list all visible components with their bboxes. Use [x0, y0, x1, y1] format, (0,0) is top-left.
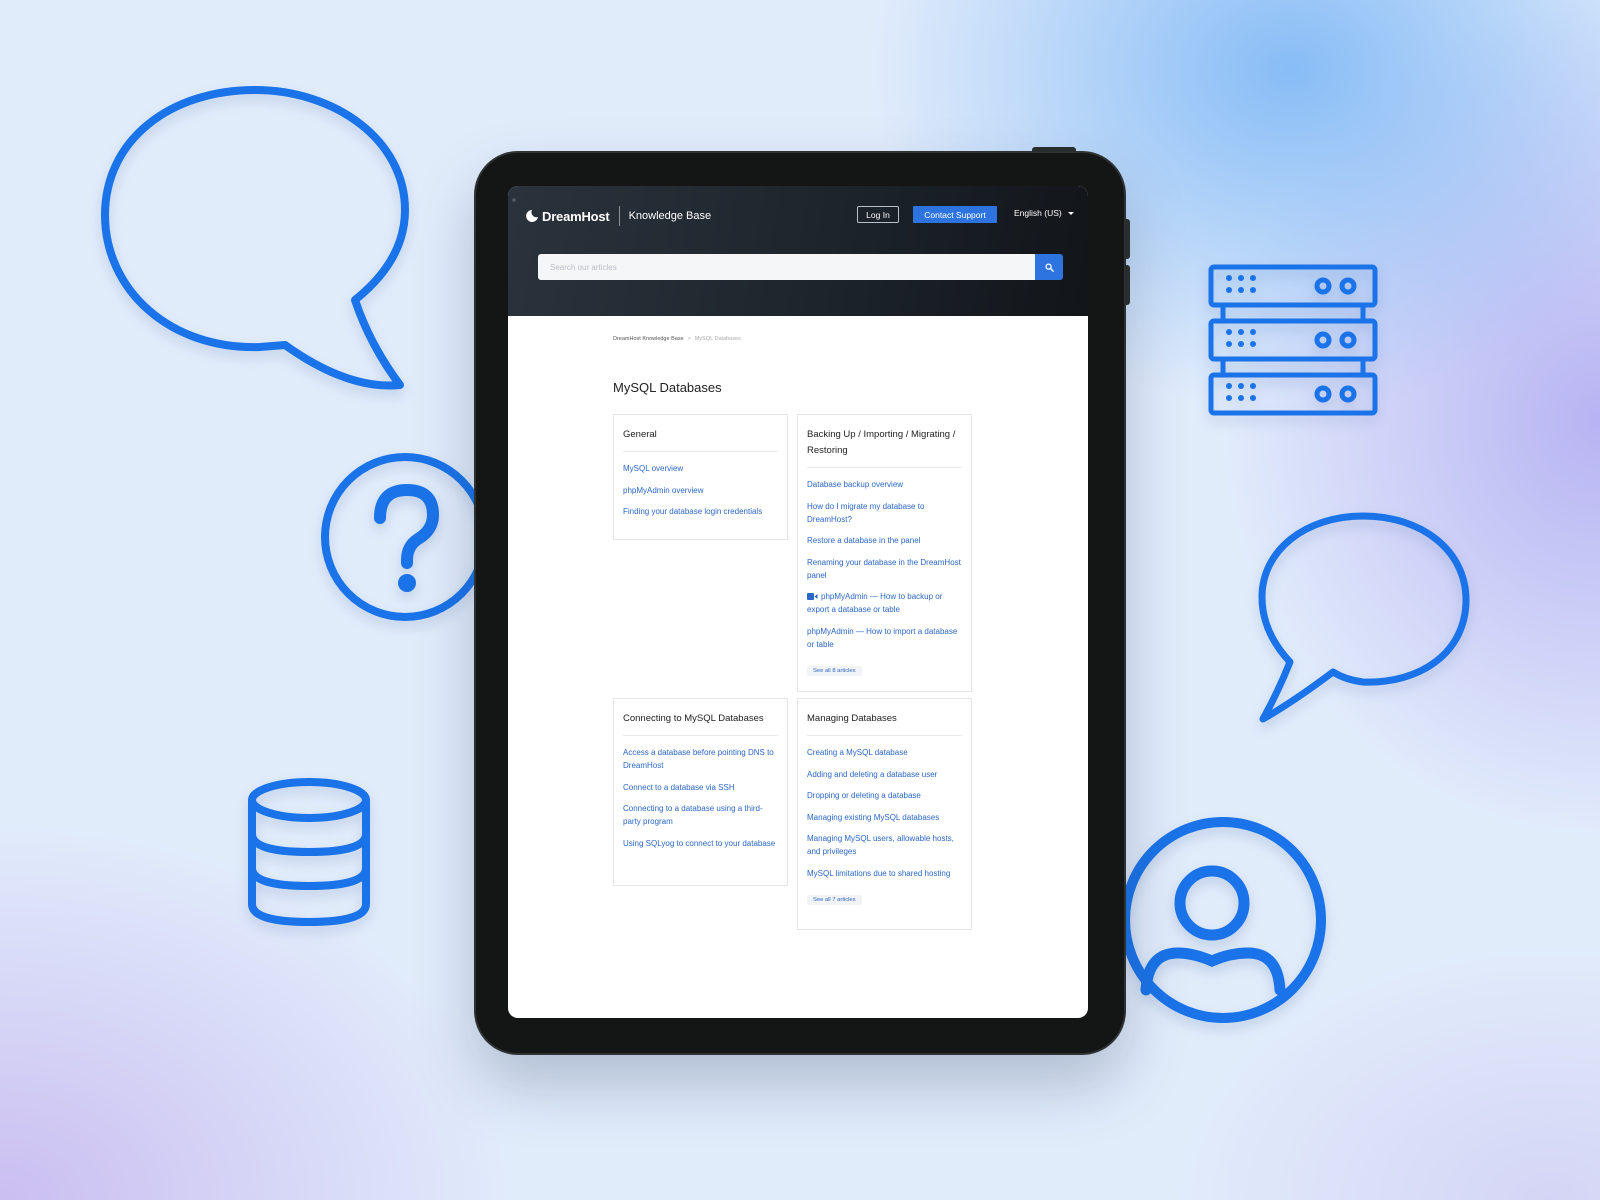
section-card-connecting: Connecting to MySQL Databases Access a d… [613, 698, 788, 886]
see-all-articles-button[interactable]: See all 7 articles [807, 895, 862, 905]
page-title: MySQL Databases [613, 380, 722, 395]
volume-up-button [1125, 219, 1130, 259]
article-link[interactable]: Managing MySQL users, allowable hosts, a… [807, 832, 962, 858]
article-link[interactable]: Using SQLyog to connect to your database [623, 837, 778, 850]
article-link[interactable]: Access a database before pointing DNS to… [623, 746, 778, 772]
article-link-video[interactable]: phpMyAdmin — How to backup or export a d… [807, 590, 962, 616]
brand-name: DreamHost [542, 208, 610, 224]
article-link[interactable]: MySQL overview [623, 462, 778, 475]
article-link[interactable]: Creating a MySQL database [807, 746, 962, 759]
section-title: Connecting to MySQL Databases [623, 711, 778, 736]
article-link[interactable]: phpMyAdmin overview [623, 484, 778, 497]
article-link[interactable]: Finding your database login credentials [623, 505, 778, 518]
section-name: Knowledge Base [628, 210, 712, 222]
question-icon [318, 450, 493, 625]
breadcrumb-root[interactable]: DreamHost Knowledge Base [613, 336, 684, 342]
main-content: DreamHost Knowledge Base > MySQL Databas… [613, 336, 973, 930]
login-button[interactable]: Log In [857, 206, 899, 223]
video-icon [807, 593, 818, 600]
search-bar: Search our articles [538, 254, 1063, 280]
article-link[interactable]: How do I migrate my database to DreamHos… [807, 500, 962, 526]
database-icon [246, 778, 372, 927]
power-button [1032, 147, 1076, 152]
site-header: DreamHost Knowledge Base Log In Contact … [508, 186, 1088, 316]
article-link[interactable]: Dropping or deleting a database [807, 789, 962, 802]
search-input[interactable]: Search our articles [538, 254, 1035, 280]
contact-support-button[interactable]: Contact Support [913, 206, 997, 223]
breadcrumb-separator: > [687, 336, 691, 342]
section-card-managing: Managing Databases Creating a MySQL data… [797, 698, 972, 930]
screen: DreamHost Knowledge Base Log In Contact … [508, 186, 1088, 1018]
chevron-down-icon [1067, 211, 1074, 215]
language-label: English (US) [1014, 208, 1062, 218]
article-link[interactable]: phpMyAdmin — How to import a database or… [807, 625, 962, 651]
volume-down-button [1125, 265, 1130, 305]
article-link[interactable]: MySQL limitations due to shared hosting [807, 867, 962, 880]
article-link[interactable]: Managing existing MySQL databases [807, 811, 962, 824]
article-link[interactable]: Connect to a database via SSH [623, 781, 778, 794]
tablet-device: DreamHost Knowledge Base Log In Contact … [474, 147, 1130, 1055]
language-selector[interactable]: English (US) [1014, 208, 1074, 218]
breadcrumb-current: MySQL Databases [694, 336, 741, 342]
camera [512, 198, 516, 202]
article-link[interactable]: Adding and deleting a database user [807, 768, 962, 781]
section-title: Backing Up / Importing / Migrating / Res… [807, 427, 962, 468]
article-label: phpMyAdmin — How to backup or export a d… [807, 592, 943, 614]
server-rack-icon [1208, 264, 1378, 419]
speech-bubble-icon [1258, 512, 1470, 723]
user-icon [1118, 815, 1328, 1025]
logo[interactable]: DreamHost Knowledge Base [526, 206, 711, 226]
see-all-articles-button[interactable]: See all 8 articles [807, 666, 862, 676]
article-link[interactable]: Restore a database in the panel [807, 534, 962, 547]
logo-divider [618, 206, 620, 226]
section-title: Managing Databases [807, 711, 962, 736]
breadcrumb: DreamHost Knowledge Base > MySQL Databas… [613, 336, 973, 342]
dreamhost-moon-icon [526, 210, 538, 222]
article-link[interactable]: Renaming your database in the DreamHost … [807, 556, 962, 582]
section-title: General [623, 427, 778, 452]
article-link[interactable]: Connecting to a database using a third-p… [623, 802, 778, 828]
section-card-general: General MySQL overview phpMyAdmin overvi… [613, 414, 788, 540]
search-icon [1044, 262, 1054, 272]
search-button[interactable] [1035, 254, 1063, 280]
article-link[interactable]: Database backup overview [807, 478, 962, 491]
speech-bubble-icon [100, 85, 410, 395]
section-card-backing-up: Backing Up / Importing / Migrating / Res… [797, 414, 972, 692]
